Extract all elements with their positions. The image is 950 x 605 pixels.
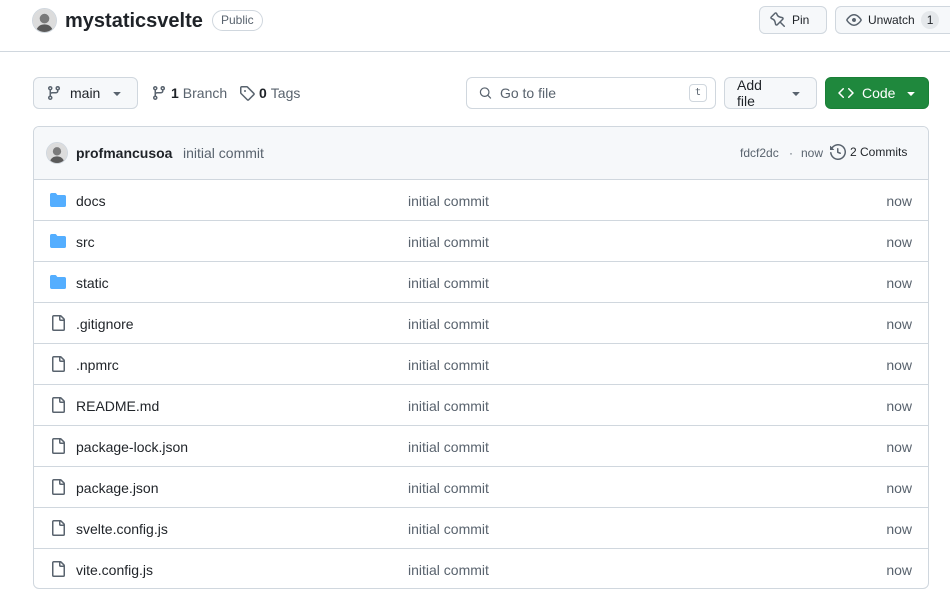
file-icon	[50, 315, 66, 331]
file-name-link[interactable]: docs	[76, 193, 106, 209]
file-commit-time: now	[886, 562, 912, 578]
file-commit-time: now	[886, 357, 912, 373]
file-row[interactable]: package-lock.json initial commit now	[34, 426, 928, 467]
branch-count: 1	[171, 85, 179, 101]
file-commit-time: now	[886, 439, 912, 455]
pin-icon	[770, 12, 786, 28]
tags-link[interactable]: 0 Tags	[239, 85, 300, 101]
file-commit-message[interactable]: initial commit	[408, 193, 489, 209]
watch-button[interactable]: Unwatch 1	[835, 6, 950, 34]
commit-author[interactable]: profmancusoa	[76, 145, 172, 161]
file-row[interactable]: static initial commit now	[34, 262, 928, 303]
file-name-link[interactable]: svelte.config.js	[76, 521, 168, 537]
eye-icon	[846, 14, 862, 26]
file-commit-message[interactable]: initial commit	[408, 234, 489, 250]
commit-message[interactable]: initial commit	[183, 145, 264, 161]
folder-icon	[50, 192, 66, 208]
goto-file-input[interactable]	[499, 85, 681, 101]
file-row[interactable]: .gitignore initial commit now	[34, 303, 928, 344]
history-icon	[830, 144, 846, 160]
file-commit-time: now	[886, 193, 912, 209]
file-row[interactable]: README.md initial commit now	[34, 385, 928, 426]
watch-count: 1	[920, 11, 940, 29]
file-commit-time: now	[886, 521, 912, 537]
file-commit-time: now	[886, 234, 912, 250]
file-name-link[interactable]: .gitignore	[76, 316, 134, 332]
file-icon	[50, 438, 66, 454]
tag-icon	[240, 86, 255, 101]
file-name-link[interactable]: package.json	[76, 480, 159, 496]
file-commit-time: now	[886, 480, 912, 496]
repo-name[interactable]: mystaticsvelte	[65, 9, 203, 33]
file-row[interactable]: svelte.config.js initial commit now	[34, 508, 928, 549]
file-row[interactable]: vite.config.js initial commit now	[34, 549, 928, 588]
file-name-link[interactable]: src	[76, 234, 95, 250]
git-branch-icon	[47, 86, 60, 101]
file-commit-message[interactable]: initial commit	[408, 398, 489, 414]
commit-sha[interactable]: fdcf2dc	[740, 146, 779, 160]
code-button[interactable]: Code	[825, 77, 929, 109]
watch-label: Unwatch	[868, 13, 915, 27]
file-icon	[50, 397, 66, 413]
tag-count: 0	[259, 85, 267, 101]
caret-down-icon	[113, 92, 121, 96]
caret-down-icon	[907, 92, 916, 96]
owner-avatar[interactable]	[32, 8, 57, 33]
branch-name: main	[70, 85, 101, 101]
folder-icon	[50, 233, 66, 249]
search-icon	[479, 87, 492, 99]
branch-label: Branch	[182, 85, 228, 101]
file-commit-message[interactable]: initial commit	[408, 521, 489, 537]
pin-label: Pin	[792, 13, 810, 27]
git-branch-icon	[152, 86, 165, 101]
file-table: profmancusoa initial commit fdcf2dc · no…	[33, 126, 929, 589]
file-commit-message[interactable]: initial commit	[408, 316, 489, 332]
file-icon	[50, 356, 66, 372]
code-icon	[838, 87, 854, 99]
add-file-label: Add file	[737, 77, 762, 109]
add-file-button[interactable]: Add file	[724, 77, 817, 109]
file-commit-message[interactable]: initial commit	[408, 562, 489, 578]
file-name-link[interactable]: vite.config.js	[76, 562, 153, 578]
goto-shortcut-hint: t	[688, 84, 707, 102]
file-row[interactable]: src initial commit now	[34, 221, 928, 262]
commit-separator: ·	[789, 146, 793, 160]
file-commit-message[interactable]: initial commit	[408, 275, 489, 291]
file-icon	[50, 561, 66, 577]
file-commit-message[interactable]: initial commit	[408, 480, 489, 496]
caret-down-icon	[792, 92, 800, 96]
file-icon	[50, 479, 66, 495]
visibility-badge: Public	[212, 10, 263, 31]
file-name-link[interactable]: .npmrc	[76, 357, 119, 373]
code-label: Code	[862, 85, 896, 101]
commit-time: now	[801, 146, 824, 160]
pin-button[interactable]: Pin	[759, 6, 827, 34]
goto-file-box[interactable]: t	[466, 77, 716, 109]
file-row[interactable]: .npmrc initial commit now	[34, 344, 928, 385]
repo-header: mystaticsvelte Public Pin Unwatch 1	[0, 0, 950, 52]
file-commit-message[interactable]: initial commit	[408, 439, 489, 455]
file-name-link[interactable]: static	[76, 275, 109, 291]
folder-icon	[50, 274, 66, 290]
file-commit-time: now	[886, 316, 912, 332]
file-name-link[interactable]: README.md	[76, 398, 159, 414]
file-commit-time: now	[886, 398, 912, 414]
commit-author-avatar[interactable]	[46, 142, 68, 164]
commits-count-label: 2 Commits	[850, 145, 908, 159]
file-commit-message[interactable]: initial commit	[408, 357, 489, 373]
file-name-link[interactable]: package-lock.json	[76, 439, 188, 455]
latest-commit-bar: profmancusoa initial commit fdcf2dc · no…	[34, 127, 928, 180]
file-row[interactable]: docs initial commit now	[34, 180, 928, 221]
file-row[interactable]: package.json initial commit now	[34, 467, 928, 508]
tag-label: Tags	[270, 85, 301, 101]
file-icon	[50, 520, 66, 536]
branches-link[interactable]: 1 Branch	[151, 85, 227, 101]
file-commit-time: now	[886, 275, 912, 291]
commits-history-link[interactable]: 2 Commits	[830, 144, 907, 160]
branch-select-button[interactable]: main	[33, 77, 138, 109]
